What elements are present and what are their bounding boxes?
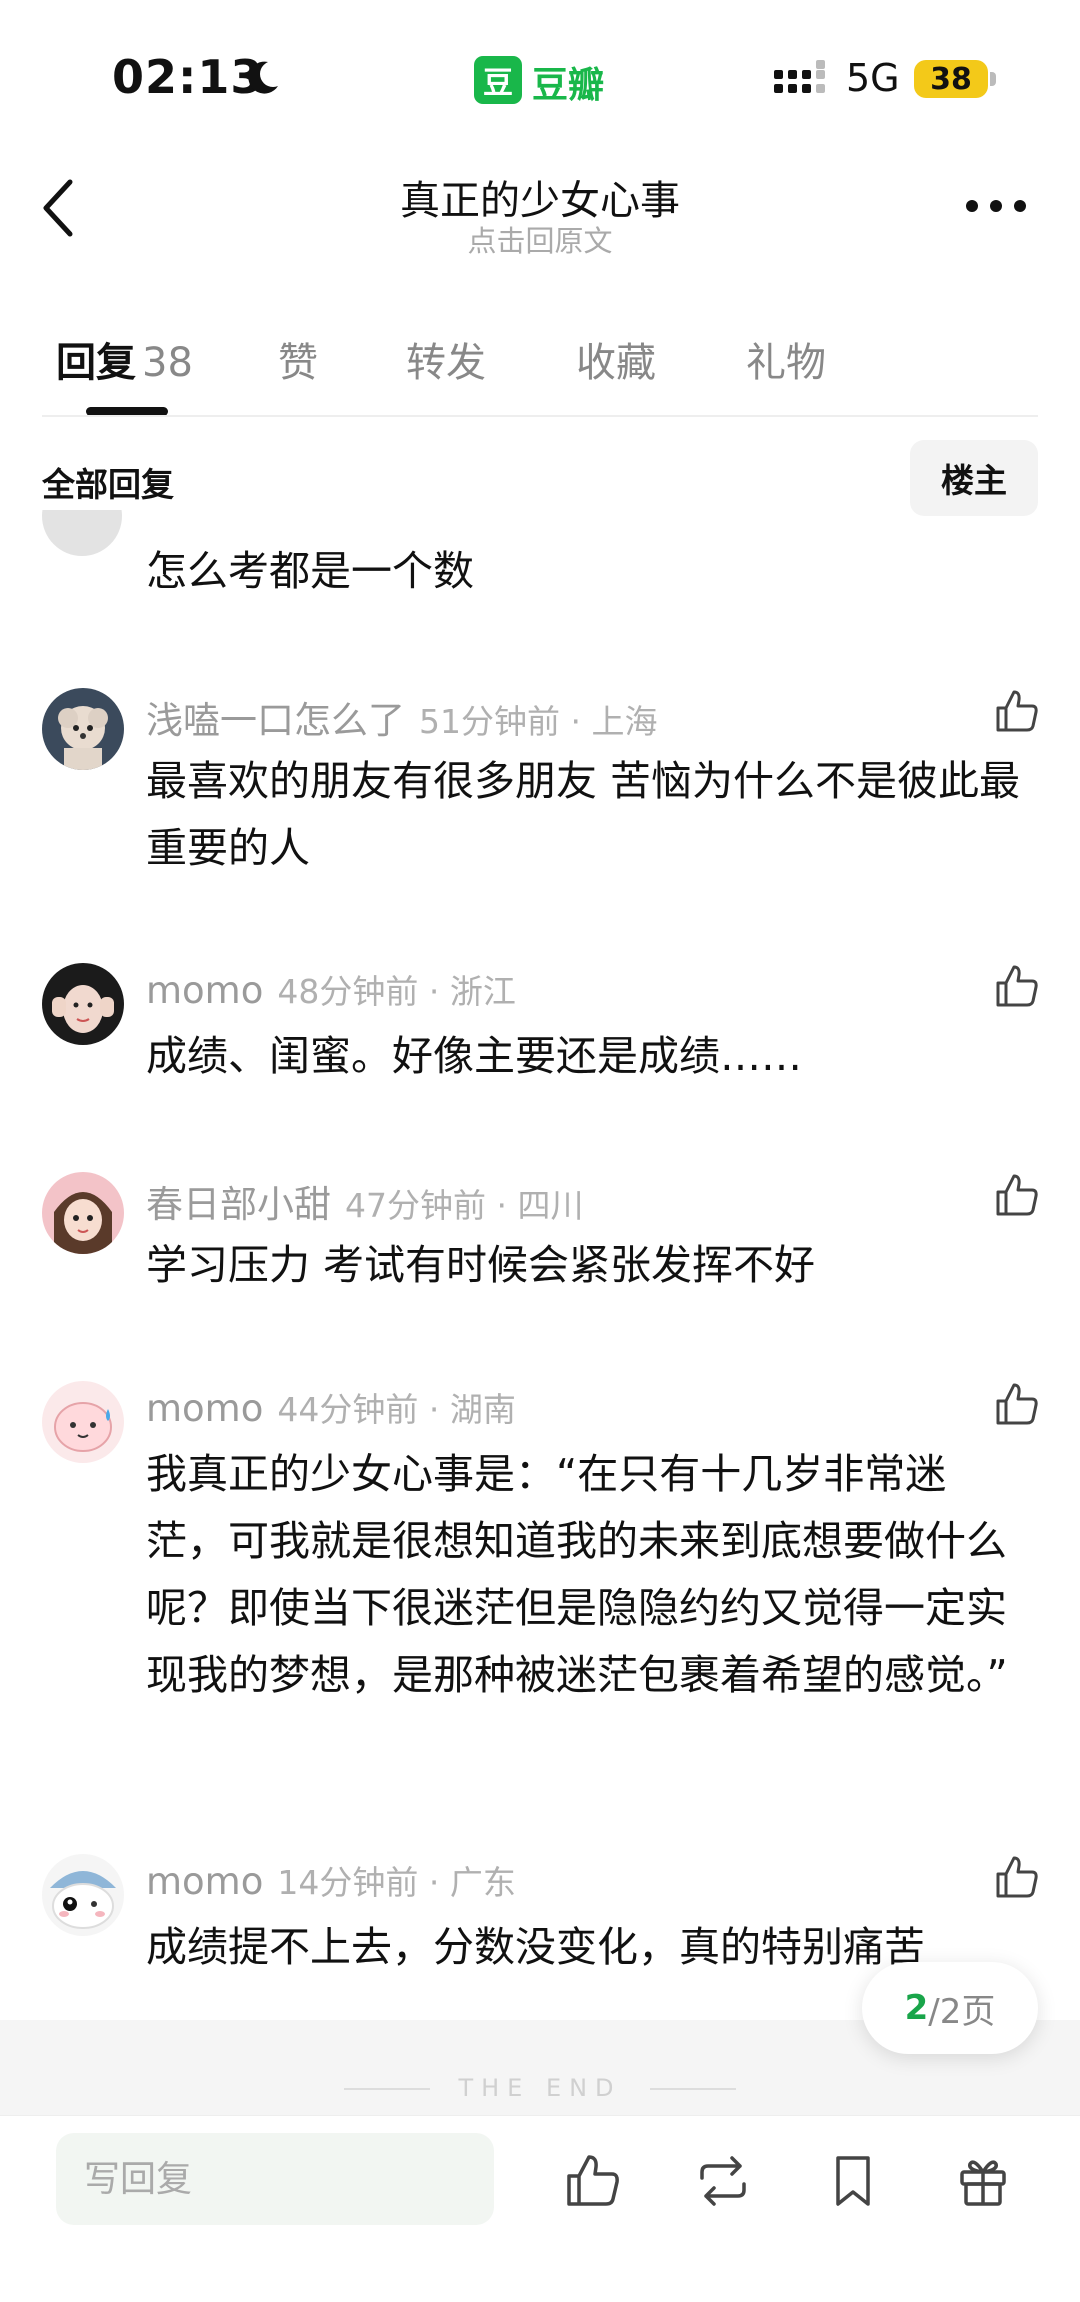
child-avatar-icon	[42, 1172, 124, 1254]
tab-replies-count: 38	[142, 340, 193, 386]
comment-time: 44分钟前 · 湖南	[277, 1390, 516, 1429]
tab-reposts[interactable]: 转发	[406, 330, 486, 388]
thumbs-up-icon[interactable]	[994, 688, 1040, 734]
tabs-divider	[42, 415, 1038, 417]
avatar[interactable]	[42, 963, 124, 1045]
comment-author[interactable]: momo	[146, 1860, 263, 1903]
cartoon-blob-avatar-icon	[42, 1381, 124, 1463]
tab-replies-label: 回复	[56, 340, 136, 386]
comment-time: 14分钟前 · 广东	[277, 1863, 516, 1902]
thumbs-up-icon[interactable]	[994, 1172, 1040, 1218]
avatar[interactable]	[42, 510, 122, 562]
comment-author[interactable]: 浅嗑一口怎么了	[146, 699, 405, 742]
end-label: THE END	[458, 2074, 622, 2102]
poodle-avatar-icon	[42, 688, 124, 770]
comment-meta: momo 14分钟前 · 广东	[146, 1856, 516, 1904]
comment-author[interactable]: 春日部小甜	[146, 1183, 331, 1226]
bookmark-icon[interactable]	[824, 2152, 882, 2210]
repost-icon[interactable]	[694, 2152, 752, 2210]
thumbs-up-icon[interactable]	[564, 2152, 622, 2210]
status-time: 02:13	[112, 50, 264, 104]
app-badge: 豆	[474, 56, 522, 104]
battery-cap	[990, 72, 996, 86]
tab-favorites[interactable]: 收藏	[576, 330, 656, 388]
comment-meta: 浅嗑一口怎么了 51分钟前 · 上海	[146, 690, 657, 744]
back-to-original-link[interactable]: 点击回原文	[0, 218, 1080, 260]
app-name: 豆瓣	[532, 65, 605, 106]
comment-author[interactable]: momo	[146, 969, 263, 1012]
cartoon-cap-avatar-icon	[42, 1854, 124, 1936]
gift-icon[interactable]	[954, 2152, 1012, 2210]
tab-replies[interactable]: 回复 38	[56, 330, 193, 388]
thumbs-up-icon[interactable]	[994, 1381, 1040, 1427]
comment-body: 学习压力 考试有时候会紧张发挥不好	[146, 1241, 816, 1289]
total-pages: /2页	[928, 1991, 996, 2032]
tab-gifts[interactable]: 礼物	[746, 330, 826, 388]
comment-body: 我真正的少女心事是：“在只有十几岁非常迷茫，可我就是很想知道我的未来到底想要做什…	[146, 1450, 1008, 1699]
owner-only-button[interactable]: 楼主	[910, 440, 1038, 516]
battery-indicator: 38	[914, 60, 988, 98]
network-type: 5G	[846, 56, 900, 100]
comment-time: 51分钟前 · 上海	[419, 702, 658, 741]
avatar[interactable]	[42, 1854, 124, 1936]
comment-time: 47分钟前 · 四川	[345, 1186, 584, 1225]
page-indicator[interactable]: 2/2页	[862, 1962, 1038, 2054]
comment-meta: momo 44分钟前 · 湖南	[146, 1383, 516, 1431]
more-options-icon[interactable]	[964, 194, 1028, 218]
girl-avatar-icon	[42, 963, 124, 1045]
moon-icon	[248, 61, 278, 94]
comment-meta: 春日部小甜 47分钟前 · 四川	[146, 1174, 583, 1228]
thumbs-up-icon[interactable]	[994, 1854, 1040, 1900]
comment-meta: momo 48分钟前 · 浙江	[146, 965, 516, 1013]
tab-likes[interactable]: 赞	[278, 330, 318, 388]
comment-body: 最喜欢的朋友有很多朋友 苦恼为什么不是彼此最重要的人	[146, 757, 1021, 872]
comment-body: 怎么考都是一个数	[146, 547, 474, 595]
comment-body: 成绩、闺蜜。好像主要还是成绩……	[146, 1032, 802, 1080]
end-line-right	[650, 2088, 736, 2090]
current-page: 2	[904, 1988, 929, 2028]
comment-author[interactable]: momo	[146, 1387, 263, 1430]
comment-time: 48分钟前 · 浙江	[277, 972, 516, 1011]
all-replies-label: 全部回复	[42, 465, 174, 504]
reply-input[interactable]	[56, 2133, 494, 2225]
avatar[interactable]	[42, 688, 124, 770]
avatar[interactable]	[42, 1381, 124, 1463]
signal-icon	[774, 60, 825, 93]
thumbs-up-icon[interactable]	[994, 963, 1040, 1009]
avatar[interactable]	[42, 1172, 124, 1254]
